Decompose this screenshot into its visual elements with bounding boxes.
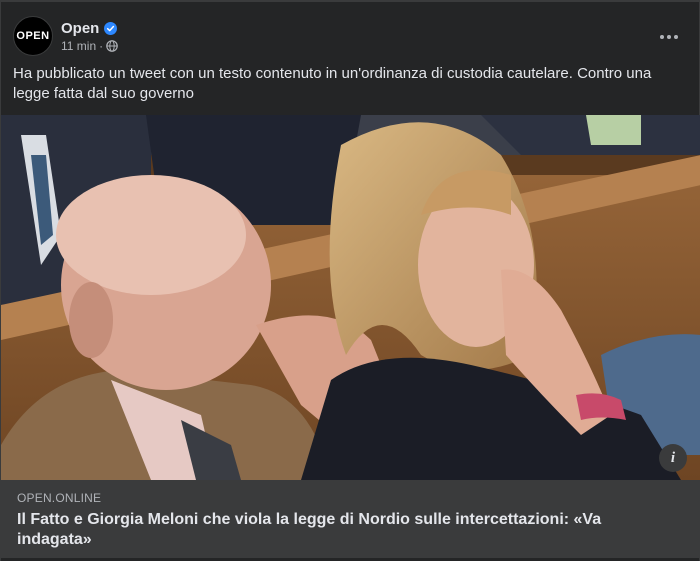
page-name[interactable]: Open (61, 20, 99, 37)
more-options-button[interactable] (651, 18, 687, 54)
timestamp-row: 11 min · (61, 39, 118, 53)
post-meta: Open 11 min · (61, 20, 118, 53)
link-preview[interactable]: OPEN.ONLINE Il Fatto e Giorgia Meloni ch… (1, 480, 700, 558)
globe-icon[interactable] (106, 39, 118, 52)
link-headline[interactable]: Il Fatto e Giorgia Meloni che viola la l… (17, 510, 677, 550)
link-domain: OPEN.ONLINE (17, 491, 102, 505)
photo-illustration (1, 115, 700, 480)
name-row: Open (61, 20, 118, 37)
post-photo[interactable]: i (1, 115, 700, 480)
post-text: Ha pubblicato un tweet con un testo cont… (13, 65, 652, 102)
post-timestamp[interactable]: 11 min (61, 39, 96, 53)
avatar-logo-text: OPEN (16, 30, 50, 42)
info-glyph: i (670, 449, 676, 466)
verified-badge-icon (104, 21, 118, 35)
info-icon[interactable]: i (659, 444, 687, 472)
more-horizontal-icon (659, 27, 679, 45)
separator-dot: · (99, 38, 104, 53)
page-avatar[interactable]: OPEN (13, 16, 53, 56)
post-header: OPEN Open 11 min · (13, 14, 687, 58)
feed-post: OPEN Open 11 min · Ha pubblicato un twee… (0, 0, 700, 561)
